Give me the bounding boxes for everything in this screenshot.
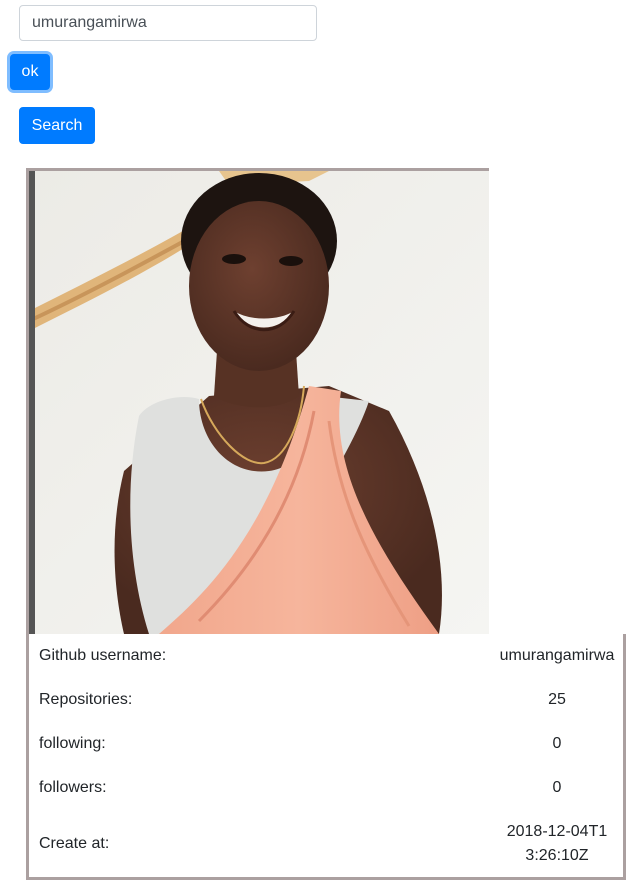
created-at-label: Create at: [39, 835, 110, 852]
info-row-repositories: Repositories: 25 [29, 678, 623, 722]
search-button[interactable]: Search [19, 107, 95, 144]
followers-label: followers: [39, 779, 107, 796]
created-at-value: 2018-12-04T13:26:10Z [506, 823, 608, 864]
profile-photo [26, 168, 489, 634]
profile-info-card: Github username: umurangamirwa Repositor… [26, 634, 626, 880]
following-value: 0 [552, 735, 562, 752]
followers-value: 0 [552, 779, 562, 796]
info-row-followers: followers: 0 [29, 766, 623, 810]
repositories-value: 25 [548, 691, 566, 708]
ok-button[interactable]: ok [10, 54, 50, 90]
username-label: Github username: [39, 647, 167, 664]
info-row-created-at: Create at: 2018-12-04T13:26:10Z [29, 816, 623, 872]
repositories-label: Repositories: [39, 691, 133, 708]
info-row-username: Github username: umurangamirwa [29, 634, 623, 678]
search-input[interactable] [19, 5, 317, 41]
info-row-following: following: 0 [29, 722, 623, 766]
username-value: umurangamirwa [499, 647, 615, 664]
following-label: following: [39, 735, 106, 752]
